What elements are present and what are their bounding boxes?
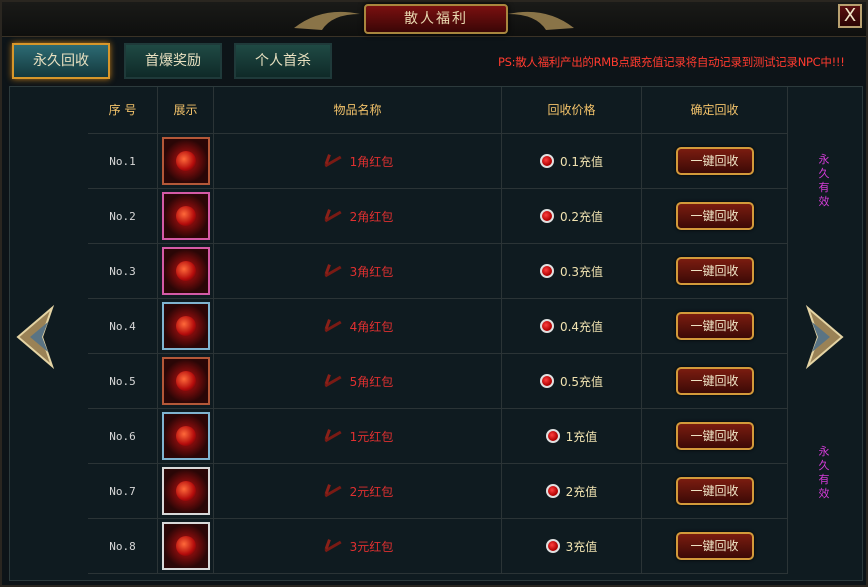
fire-mark-icon bbox=[322, 207, 342, 225]
recycle-button[interactable]: 一键回收 bbox=[675, 312, 754, 340]
recycle-button[interactable]: 一键回收 bbox=[675, 257, 754, 285]
row-index: No.5 bbox=[109, 374, 136, 388]
currency-dot-icon bbox=[539, 319, 554, 333]
red-envelope-icon bbox=[161, 522, 210, 570]
item-name: 3角红包 bbox=[349, 264, 394, 279]
table-row: No.4 4角红包 0.4充值 一键回收 bbox=[88, 299, 788, 354]
item-name: 1元红包 bbox=[349, 429, 394, 444]
item-name: 5角红包 bbox=[349, 374, 394, 389]
item-name: 2角红包 bbox=[349, 209, 394, 224]
item-price: 0.4充值 bbox=[559, 319, 604, 334]
recycle-button[interactable]: 一键回收 bbox=[675, 477, 754, 505]
header-confirm: 确定回收 bbox=[642, 87, 788, 134]
red-envelope-icon bbox=[161, 302, 210, 350]
table-row: No.1 1角红包 0.1充值 一键回收 bbox=[88, 134, 788, 189]
fire-mark-icon bbox=[322, 537, 342, 555]
table-header: 序 号 展示 物品名称 回收价格 确定回收 bbox=[88, 87, 788, 134]
currency-dot-icon bbox=[545, 484, 560, 498]
table-row: No.6 1元红包 1充值 一键回收 bbox=[88, 409, 788, 464]
welfare-window: 散人福利 X 永久回收 首爆奖励 个人首杀 PS:散人福利产出的RMB点跟充值记… bbox=[0, 0, 868, 587]
side-label-permanent: 永久有效 bbox=[818, 153, 830, 208]
red-envelope-icon bbox=[161, 137, 210, 185]
table-row: No.5 5角红包 0.5充值 一键回收 bbox=[88, 354, 788, 409]
fire-mark-icon bbox=[322, 317, 342, 335]
fire-mark-icon bbox=[322, 482, 342, 500]
notice-text: PS:散人福利产出的RMB点跟充值记录将自动记录到测试记录NPC中!!! bbox=[498, 55, 845, 69]
header-item-name: 物品名称 bbox=[214, 87, 502, 134]
row-index: No.1 bbox=[109, 154, 136, 168]
currency-dot-icon bbox=[539, 374, 554, 388]
item-name: 2元红包 bbox=[349, 484, 394, 499]
item-price: 0.1充值 bbox=[559, 154, 604, 169]
table-row: No.7 2元红包 2充值 一键回收 bbox=[88, 464, 788, 519]
header-recycle-price: 回收价格 bbox=[502, 87, 642, 134]
item-price: 0.5充值 bbox=[559, 374, 604, 389]
right-ornament-icon bbox=[508, 11, 574, 30]
table-row: No.8 3元红包 3充值 一键回收 bbox=[88, 519, 788, 574]
currency-dot-icon bbox=[545, 429, 560, 443]
recycle-panel: 序 号 展示 物品名称 回收价格 确定回收 No.1 1角红包 0.1充值 一键… bbox=[9, 86, 863, 581]
currency-dot-icon bbox=[539, 264, 554, 278]
tab-personal-first-kill[interactable]: 个人首杀 bbox=[234, 43, 332, 79]
item-price: 0.3充值 bbox=[559, 264, 604, 279]
header-index: 序 号 bbox=[88, 87, 158, 134]
fire-mark-icon bbox=[322, 372, 342, 390]
item-name: 3元红包 bbox=[349, 539, 394, 554]
item-price: 3充值 bbox=[565, 539, 598, 554]
right-arrow-icon[interactable] bbox=[792, 302, 848, 372]
row-index: No.8 bbox=[109, 539, 136, 553]
left-ornament-icon bbox=[294, 11, 360, 30]
close-icon[interactable]: X bbox=[838, 4, 862, 28]
fire-mark-icon bbox=[322, 152, 342, 170]
currency-dot-icon bbox=[539, 209, 554, 223]
row-index: No.2 bbox=[109, 209, 136, 223]
table-row: No.3 3角红包 0.3充值 一键回收 bbox=[88, 244, 788, 299]
item-name: 1角红包 bbox=[349, 154, 394, 169]
fire-mark-icon bbox=[322, 427, 342, 445]
red-envelope-icon bbox=[161, 467, 210, 515]
red-envelope-icon bbox=[161, 247, 210, 295]
red-envelope-icon bbox=[161, 357, 210, 405]
tab-permanent-recycle[interactable]: 永久回收 bbox=[12, 43, 110, 79]
row-index: No.4 bbox=[109, 319, 136, 333]
currency-dot-icon bbox=[545, 539, 560, 553]
fire-mark-icon bbox=[322, 262, 342, 280]
item-name: 4角红包 bbox=[349, 319, 394, 334]
table-row: No.2 2角红包 0.2充值 一键回收 bbox=[88, 189, 788, 244]
left-arrow-icon[interactable] bbox=[12, 302, 68, 372]
item-price: 0.2充值 bbox=[559, 209, 604, 224]
tab-first-drop-reward[interactable]: 首爆奖励 bbox=[124, 43, 222, 79]
title-bar: 散人福利 X bbox=[2, 2, 866, 37]
recycle-button[interactable]: 一键回收 bbox=[675, 367, 754, 395]
recycle-button[interactable]: 一键回收 bbox=[675, 422, 754, 450]
recycle-button[interactable]: 一键回收 bbox=[675, 147, 754, 175]
row-index: No.7 bbox=[109, 484, 136, 498]
recycle-button[interactable]: 一键回收 bbox=[675, 202, 754, 230]
side-label-permanent: 永久有效 bbox=[818, 445, 830, 500]
row-index: No.6 bbox=[109, 429, 136, 443]
title-plate: 散人福利 bbox=[364, 4, 508, 34]
header-display: 展示 bbox=[158, 87, 214, 134]
item-price: 2充值 bbox=[565, 484, 598, 499]
item-price: 1充值 bbox=[565, 429, 598, 444]
window-title: 散人福利 bbox=[404, 11, 468, 27]
recycle-button[interactable]: 一键回收 bbox=[675, 532, 754, 560]
currency-dot-icon bbox=[539, 154, 554, 168]
red-envelope-icon bbox=[161, 412, 210, 460]
row-index: No.3 bbox=[109, 264, 136, 278]
red-envelope-icon bbox=[161, 192, 210, 240]
